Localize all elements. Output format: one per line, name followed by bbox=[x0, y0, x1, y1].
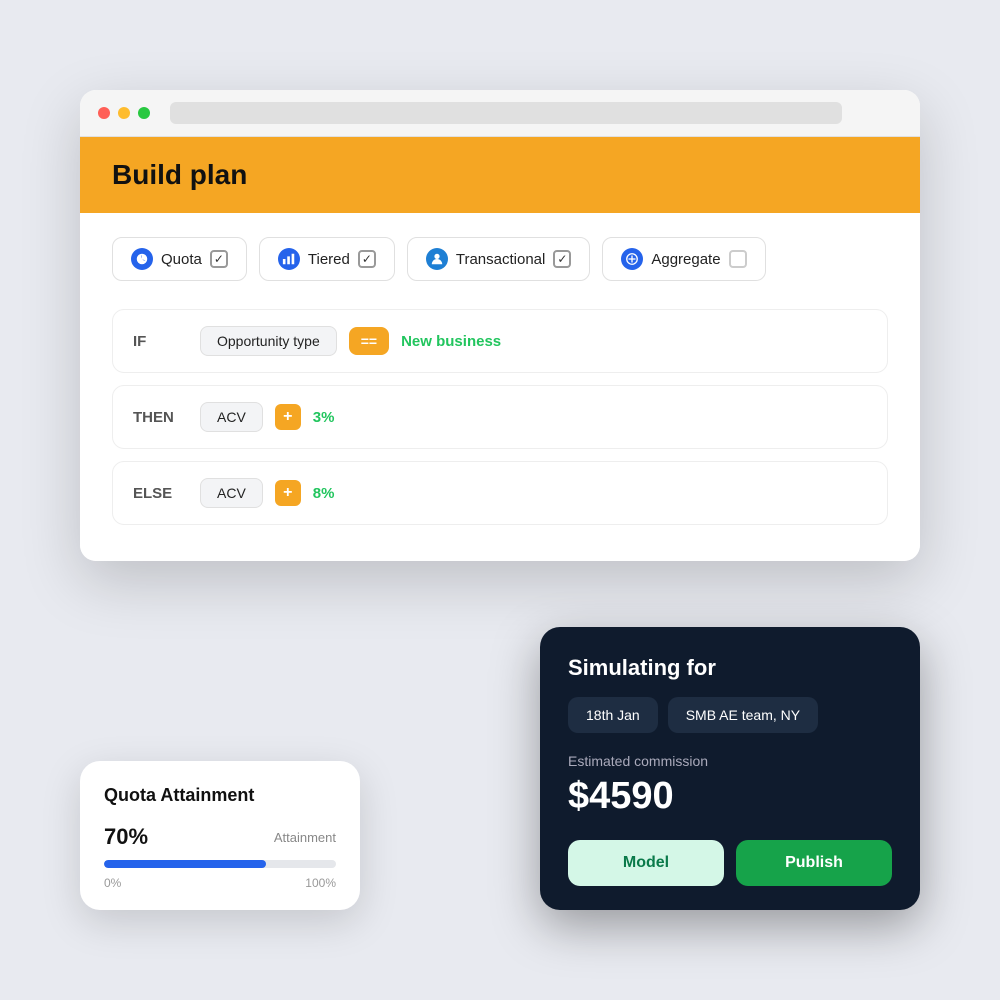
page-title: Build plan bbox=[112, 159, 888, 191]
tab-quota-checkbox[interactable] bbox=[210, 250, 228, 268]
browser-card: Build plan Quota bbox=[80, 90, 920, 561]
quota-icon bbox=[131, 248, 153, 270]
scene: Build plan Quota bbox=[50, 60, 950, 940]
browser-titlebar bbox=[80, 90, 920, 137]
tab-aggregate-checkbox[interactable] bbox=[729, 250, 747, 268]
publish-button[interactable]: Publish bbox=[736, 840, 892, 886]
tab-aggregate-label: Aggregate bbox=[651, 251, 720, 268]
rule-else-operator[interactable]: + bbox=[275, 480, 301, 506]
dot-yellow[interactable] bbox=[118, 107, 130, 119]
simulating-team-tag[interactable]: SMB AE team, NY bbox=[668, 697, 818, 733]
rule-else-row: ELSE ACV + 8% bbox=[112, 461, 888, 525]
rule-then-keyword: THEN bbox=[133, 409, 188, 426]
tab-tiered[interactable]: Tiered bbox=[259, 237, 395, 281]
quota-attainment-label: Attainment bbox=[274, 830, 336, 845]
tiered-icon bbox=[278, 248, 300, 270]
rule-if-keyword: IF bbox=[133, 333, 188, 350]
transactional-icon bbox=[426, 248, 448, 270]
tab-transactional[interactable]: Transactional bbox=[407, 237, 591, 281]
rule-if-operator[interactable]: == bbox=[349, 327, 389, 355]
commission-amount: $4590 bbox=[568, 775, 892, 818]
rule-then-operator[interactable]: + bbox=[275, 404, 301, 430]
tab-transactional-label: Transactional bbox=[456, 251, 546, 268]
simulating-date-tag[interactable]: 18th Jan bbox=[568, 697, 658, 733]
plan-header: Build plan bbox=[80, 137, 920, 213]
quota-attainment-card: Quota Attainment 70% Attainment 0% 100% bbox=[80, 761, 360, 910]
rule-else-field[interactable]: ACV bbox=[200, 478, 263, 508]
tab-row: Quota Tiered bbox=[112, 237, 888, 281]
quota-top-row: 70% Attainment bbox=[104, 824, 336, 850]
quota-range-max: 100% bbox=[305, 876, 336, 890]
tab-aggregate[interactable]: Aggregate bbox=[602, 237, 765, 281]
quota-percent-value: 70% bbox=[104, 824, 148, 850]
tab-transactional-checkbox[interactable] bbox=[553, 250, 571, 268]
rule-if-row: IF Opportunity type == New business bbox=[112, 309, 888, 373]
simulating-title: Simulating for bbox=[568, 655, 892, 681]
tab-quota-label: Quota bbox=[161, 251, 202, 268]
plan-body: Quota Tiered bbox=[80, 213, 920, 561]
quota-range-min: 0% bbox=[104, 876, 121, 890]
rule-then-row: THEN ACV + 3% bbox=[112, 385, 888, 449]
model-button[interactable]: Model bbox=[568, 840, 724, 886]
tab-tiered-checkbox[interactable] bbox=[358, 250, 376, 268]
rule-if-value[interactable]: New business bbox=[401, 333, 501, 350]
tab-quota[interactable]: Quota bbox=[112, 237, 247, 281]
quota-card-title: Quota Attainment bbox=[104, 785, 336, 806]
aggregate-icon bbox=[621, 248, 643, 270]
simulating-actions: Model Publish bbox=[568, 840, 892, 886]
tab-tiered-label: Tiered bbox=[308, 251, 350, 268]
simulating-tags: 18th Jan SMB AE team, NY bbox=[568, 697, 892, 733]
url-bar bbox=[170, 102, 842, 124]
rule-else-value: 8% bbox=[313, 485, 335, 502]
quota-bar-fill bbox=[104, 860, 266, 868]
rule-then-field[interactable]: ACV bbox=[200, 402, 263, 432]
simulating-card: Simulating for 18th Jan SMB AE team, NY … bbox=[540, 627, 920, 910]
commission-label: Estimated commission bbox=[568, 753, 892, 769]
dot-red[interactable] bbox=[98, 107, 110, 119]
quota-bar-track bbox=[104, 860, 336, 868]
rule-if-field[interactable]: Opportunity type bbox=[200, 326, 337, 356]
dot-green[interactable] bbox=[138, 107, 150, 119]
quota-range: 0% 100% bbox=[104, 876, 336, 890]
rule-else-keyword: ELSE bbox=[133, 485, 188, 502]
rule-then-value: 3% bbox=[313, 409, 335, 426]
